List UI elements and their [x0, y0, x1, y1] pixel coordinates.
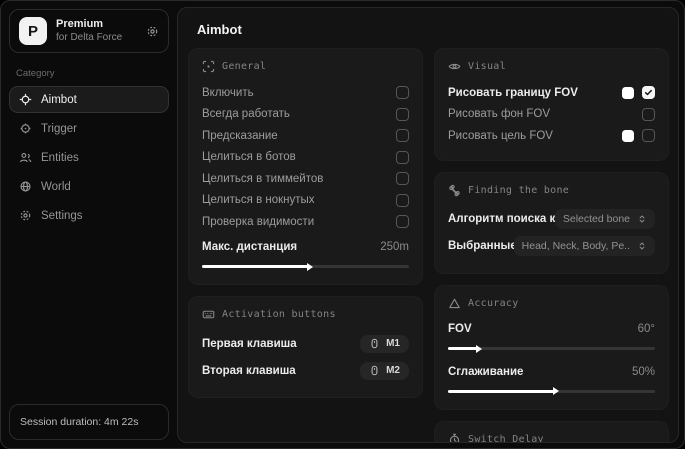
checkbox-prediction[interactable] — [396, 129, 409, 143]
sidebar-item-label: Aimbot — [41, 93, 77, 106]
checkbox-aim-bots[interactable] — [396, 150, 409, 164]
sidebar: P Premium for Delta Force Category Aimbo… — [1, 1, 177, 448]
eye-icon — [448, 60, 461, 73]
keybind-value: M2 — [386, 365, 400, 376]
toggle-label: Целиться в ботов — [202, 151, 296, 164]
panel-title: Activation buttons — [222, 309, 336, 320]
unfold-icon — [637, 214, 647, 224]
checkbox-draw-fov-target[interactable] — [642, 129, 655, 143]
entities-icon — [19, 151, 32, 164]
bone-icon — [448, 184, 461, 197]
color-swatch-fov-border[interactable] — [622, 86, 634, 99]
checkbox-visibility-check[interactable] — [396, 215, 409, 229]
settings-gear-icon — [19, 209, 32, 222]
sidebar-item-label: Entities — [41, 151, 79, 164]
slider-value: 50% — [631, 365, 655, 378]
delta-icon — [448, 297, 461, 310]
panel-accuracy: Accuracy FOV 60° Сглаживание 50% — [434, 284, 669, 410]
dropdown-value: Selected bone — [562, 213, 630, 225]
sidebar-item-trigger[interactable]: Trigger — [9, 115, 169, 142]
checkbox-aim-knocked[interactable] — [396, 193, 409, 207]
panel-general: General Включить Всегда работать Предска… — [188, 48, 423, 285]
sidebar-item-world[interactable]: World — [9, 173, 169, 200]
app-window: P Premium for Delta Force Category Aimbo… — [0, 0, 685, 449]
keybind-button-first[interactable]: M1 — [360, 334, 409, 353]
toggle-label: Целиться в нокнутых — [202, 194, 315, 207]
scan-icon — [202, 60, 215, 73]
mouse-icon — [369, 365, 380, 376]
checkbox-aim-teammates[interactable] — [396, 172, 409, 186]
toggle-label: Рисовать цель FOV — [448, 129, 553, 142]
globe-icon — [19, 180, 32, 193]
keybind-button-second[interactable]: M2 — [360, 361, 409, 380]
brand-title: Premium — [56, 17, 104, 30]
panel-visual: Visual Рисовать границу FOV Рисовать фон… — [434, 48, 669, 161]
unfold-icon — [637, 241, 647, 251]
dropdown-label: Алгоритм поиска костей — [448, 213, 555, 225]
sidebar-item-label: Settings — [41, 209, 83, 222]
trigger-icon — [19, 122, 32, 135]
slider-thumb[interactable] — [552, 387, 559, 395]
dropdown-label: Выбранные кости — [448, 240, 514, 252]
category-label: Category — [16, 68, 55, 79]
checkbox-always-work[interactable] — [396, 107, 409, 121]
panel-title: Finding the bone — [468, 184, 570, 196]
toggle-label: Включить — [202, 86, 254, 99]
sidebar-item-label: Trigger — [41, 122, 77, 135]
checkbox-draw-fov-background[interactable] — [642, 107, 655, 121]
bone-algorithm-dropdown[interactable]: Selected bone — [554, 209, 655, 229]
mouse-icon — [369, 338, 380, 349]
toggle-label: Предсказание — [202, 129, 278, 142]
color-swatch-fov-target[interactable] — [622, 129, 634, 142]
panel-title: Switch Delay — [468, 433, 544, 443]
toggle-label: Целиться в тиммейтов — [202, 172, 324, 185]
panel-title: General — [222, 61, 267, 72]
brand-subtitle: for Delta Force — [56, 31, 123, 43]
max-distance-slider[interactable] — [202, 262, 409, 271]
panel-switch-delay: Switch Delay Задержка переключения Задер… — [434, 420, 669, 443]
sidebar-item-aimbot[interactable]: Aimbot — [9, 86, 169, 113]
checkbox-enable[interactable] — [396, 86, 409, 100]
slider-thumb[interactable] — [475, 344, 482, 353]
check-icon — [644, 90, 653, 96]
slider-label: Сглаживание — [448, 365, 524, 378]
slider-value: 250m — [380, 241, 409, 254]
gear-icon[interactable] — [146, 25, 159, 38]
dropdown-value: Head, Neck, Body, Pe.. — [521, 240, 630, 252]
keyboard-icon — [202, 308, 215, 321]
toggle-label: Рисовать фон FOV — [448, 108, 550, 121]
panel-title: Accuracy — [468, 297, 519, 309]
panel-finding-bone: Finding the bone Алгоритм поиска костей … — [434, 171, 669, 274]
toggle-label: Проверка видимости — [202, 215, 315, 228]
fov-slider[interactable] — [448, 344, 655, 353]
page-title: Aimbot — [197, 22, 242, 37]
selected-bones-dropdown[interactable]: Head, Neck, Body, Pe.. — [513, 236, 655, 256]
session-duration: Session duration: 4m 22s — [9, 404, 169, 440]
sidebar-item-entities[interactable]: Entities — [9, 144, 169, 171]
smoothing-slider[interactable] — [448, 387, 655, 395]
brand-card: P Premium for Delta Force — [9, 9, 169, 53]
sidebar-item-label: World — [41, 180, 71, 193]
slider-label: FOV — [448, 323, 472, 336]
toggle-label: Рисовать границу FOV — [448, 86, 578, 99]
main-content: Aimbot General Включить Всегда работать — [177, 7, 679, 443]
slider-value: 60° — [637, 323, 655, 336]
slider-thumb[interactable] — [306, 262, 313, 271]
panel-title: Visual — [468, 61, 506, 72]
stopwatch-icon — [448, 433, 461, 442]
keybind-value: M1 — [386, 338, 400, 349]
keybind-label: Вторая клавиша — [202, 364, 296, 377]
sidebar-item-settings[interactable]: Settings — [9, 202, 169, 229]
toggle-label: Всегда работать — [202, 108, 290, 121]
checkbox-draw-fov-border[interactable] — [642, 86, 655, 100]
panel-activation-buttons: Activation buttons Первая клавиша M1 Вто… — [188, 296, 423, 398]
slider-label: Макс. дистанция — [202, 241, 298, 254]
keybind-label: Первая клавиша — [202, 337, 297, 350]
brand-logo: P — [19, 17, 47, 45]
crosshair-icon — [19, 93, 32, 106]
